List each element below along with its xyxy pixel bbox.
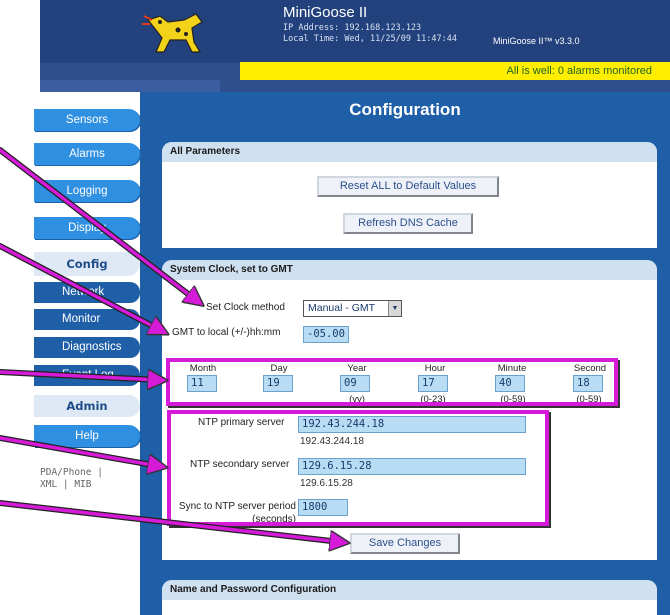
- datetime-highlight: [166, 358, 618, 406]
- sidebar-item-event-log[interactable]: Event Log: [34, 365, 140, 386]
- sidebar-item-sensors[interactable]: Sensors: [34, 109, 140, 131]
- reset-defaults-button[interactable]: Reset ALL to Default Values: [317, 176, 499, 197]
- local-time: Local Time: Wed, 11/25/09 11:47:44: [283, 34, 457, 44]
- status-bar: All is well: 0 alarms monitored: [240, 62, 670, 80]
- sidebar-item-diagnostics[interactable]: Diagnostics: [34, 337, 140, 358]
- sidebar-item-display[interactable]: Display: [34, 217, 140, 239]
- sidebar-item-logging[interactable]: Logging: [34, 180, 140, 202]
- goose-logo-icon: [142, 13, 203, 53]
- sidebar-item-monitor[interactable]: Monitor: [34, 309, 140, 330]
- name-password-panel: Name and Password Configuration: [162, 580, 657, 615]
- name-password-heading: Name and Password Configuration: [162, 580, 657, 600]
- ip-address: IP Address: 192.168.123.123: [283, 23, 422, 33]
- page-title: Configuration: [349, 100, 461, 119]
- all-parameters-heading: All Parameters: [162, 142, 657, 162]
- brand-title: MiniGoose II: [283, 4, 368, 21]
- save-changes-button[interactable]: Save Changes: [350, 533, 460, 554]
- gmt-offset-input[interactable]: -05.00: [303, 326, 349, 343]
- clock-method-value: Manual - GMT: [308, 302, 376, 314]
- set-clock-method-label: Set Clock method: [206, 302, 285, 313]
- refresh-dns-button[interactable]: Refresh DNS Cache: [343, 213, 473, 234]
- sidebar-item-alarms[interactable]: Alarms: [34, 143, 140, 165]
- version-label: MiniGoose II™ v3.3.0: [493, 36, 580, 46]
- sidebar-item-help[interactable]: Help: [34, 425, 140, 447]
- alt-links[interactable]: PDA/Phone | XML | MIB: [40, 467, 135, 491]
- ntp-highlight: [167, 410, 549, 526]
- gmt-offset-label: GMT to local (+/-)hh:mm: [172, 327, 281, 338]
- clock-method-select[interactable]: Manual - GMT ▼: [303, 300, 402, 317]
- pda-phone-link[interactable]: PDA/Phone |: [40, 467, 135, 479]
- chevron-down-icon[interactable]: ▼: [388, 301, 401, 316]
- xml-mib-link[interactable]: XML | MIB: [40, 479, 135, 491]
- system-clock-heading: System Clock, set to GMT: [162, 260, 657, 280]
- sidebar-item-network[interactable]: Network: [34, 282, 140, 303]
- sidebar-item-config[interactable]: Config: [34, 252, 140, 276]
- sidebar-item-admin[interactable]: Admin: [34, 395, 140, 417]
